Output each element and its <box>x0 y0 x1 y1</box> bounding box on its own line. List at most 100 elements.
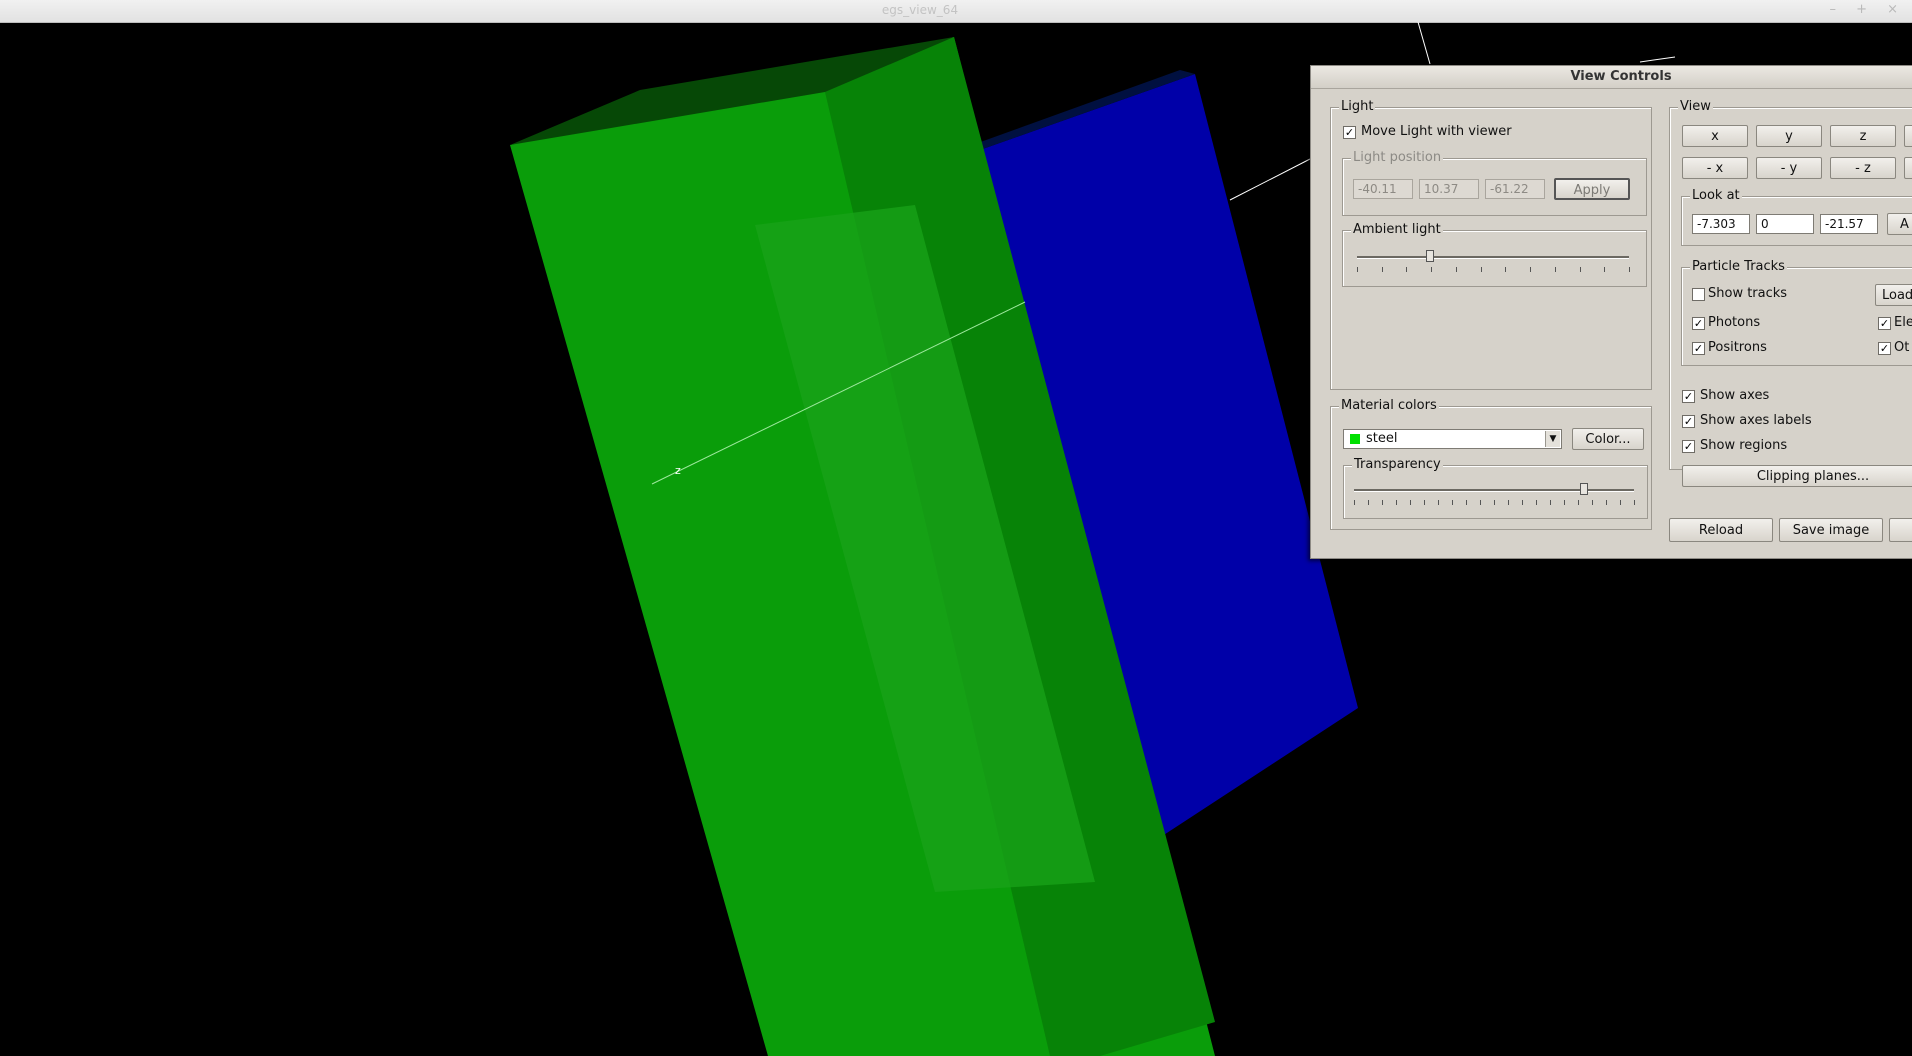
slider-tick <box>1634 500 1635 505</box>
look-at-group: Look at -7.303 0 -21.57 A <box>1681 188 1912 246</box>
save-image-button[interactable]: Save image <box>1779 518 1883 542</box>
light-position-caption: Light position <box>1351 150 1444 165</box>
particle-tracks-group: Particle Tracks Show tracks Load ✓ Photo… <box>1681 259 1912 366</box>
slider-tick <box>1530 267 1532 272</box>
light-x-field[interactable]: -40.11 <box>1353 179 1413 199</box>
view-minus-z-button[interactable]: - z <box>1830 157 1896 179</box>
material-swatch <box>1350 434 1360 444</box>
show-regions-label: Show regions <box>1700 438 1788 453</box>
reload-button[interactable]: Reload <box>1669 518 1773 542</box>
particle-tracks-caption: Particle Tracks <box>1690 259 1787 274</box>
show-axes-checkbox[interactable]: ✓ <box>1682 390 1695 403</box>
ambient-slider-ticks <box>1357 267 1630 272</box>
slider-tick <box>1424 500 1425 505</box>
light-z-field[interactable]: -61.22 <box>1485 179 1545 199</box>
transparency-slider-track[interactable] <box>1354 489 1634 492</box>
show-axes-label: Show axes <box>1700 388 1770 403</box>
slider-tick <box>1505 267 1507 272</box>
show-axes-labels-checkbox[interactable]: ✓ <box>1682 415 1695 428</box>
window-controls[interactable]: – + × <box>1829 2 1906 17</box>
transparency-caption: Transparency <box>1352 457 1443 472</box>
slider-tick <box>1620 500 1621 505</box>
slider-tick <box>1606 500 1607 505</box>
ambient-slider-track[interactable] <box>1357 256 1629 259</box>
look-at-apply-button[interactable]: A <box>1887 213 1912 235</box>
axis-line-top <box>1417 22 1431 65</box>
positrons-label: Positrons <box>1708 340 1767 355</box>
axis-line-right <box>1229 157 1313 201</box>
view-controls-dialog: View Controls Light ✓ Move Light with vi… <box>1310 65 1912 559</box>
extra-footer-button[interactable] <box>1889 518 1912 542</box>
material-select[interactable]: steel ▼ <box>1343 429 1562 449</box>
view-z-button[interactable]: z <box>1830 125 1896 147</box>
move-light-checkbox[interactable]: ✓ <box>1343 126 1356 139</box>
look-at-x-field[interactable]: -7.303 <box>1692 214 1750 234</box>
look-at-z-field[interactable]: -21.57 <box>1820 214 1878 234</box>
view-extra-button[interactable]: S <box>1904 157 1912 179</box>
view-minus-x-button[interactable]: - x <box>1682 157 1748 179</box>
slider-tick <box>1396 500 1397 505</box>
slider-tick <box>1406 267 1408 272</box>
light-apply-button[interactable]: Apply <box>1554 178 1630 200</box>
chevron-down-icon[interactable]: ▼ <box>1545 431 1560 447</box>
transparency-slider-handle[interactable] <box>1579 483 1588 495</box>
light-position-group: Light position -40.11 10.37 -61.22 Apply <box>1342 150 1647 216</box>
slider-tick <box>1554 267 1556 272</box>
others-label: Ot <box>1894 340 1910 355</box>
slider-tick <box>1550 500 1551 505</box>
slider-tick <box>1480 267 1482 272</box>
slider-tick <box>1354 500 1355 505</box>
look-at-y-field[interactable]: 0 <box>1756 214 1814 234</box>
show-tracks-checkbox[interactable] <box>1692 288 1705 301</box>
ambient-light-group: Ambient light <box>1342 222 1647 287</box>
slider-tick <box>1579 267 1581 272</box>
show-regions-checkbox[interactable]: ✓ <box>1682 440 1695 453</box>
axis-line-corner <box>1639 56 1676 63</box>
slider-tick <box>1466 500 1467 505</box>
slider-tick <box>1604 267 1606 272</box>
move-light-label: Move Light with viewer <box>1361 124 1512 139</box>
clipping-planes-button[interactable]: Clipping planes... <box>1682 465 1912 487</box>
show-tracks-label: Show tracks <box>1708 286 1788 301</box>
photons-checkbox[interactable]: ✓ <box>1692 317 1705 330</box>
slider-tick <box>1368 500 1369 505</box>
slider-tick <box>1578 500 1579 505</box>
view-caption: View <box>1678 99 1713 114</box>
slider-tick <box>1480 500 1481 505</box>
slider-tick <box>1508 500 1509 505</box>
view-minus-y-button[interactable]: - y <box>1756 157 1822 179</box>
slider-tick <box>1494 500 1495 505</box>
positrons-checkbox[interactable]: ✓ <box>1692 342 1705 355</box>
view-extra-button-top[interactable] <box>1904 125 1912 147</box>
photons-label: Photons <box>1708 315 1761 330</box>
light-caption: Light <box>1339 99 1376 114</box>
material-caption: Material colors <box>1339 398 1439 413</box>
slider-tick <box>1452 500 1453 505</box>
ambient-slider-handle[interactable] <box>1426 250 1435 262</box>
others-checkbox[interactable]: ✓ <box>1878 342 1891 355</box>
show-axes-labels-label: Show axes labels <box>1700 413 1812 428</box>
slider-tick <box>1536 500 1537 505</box>
look-at-caption: Look at <box>1690 188 1742 203</box>
view-x-button[interactable]: x <box>1682 125 1748 147</box>
view-group: View x y z - x - y - z S Look at -7.303 … <box>1669 99 1912 487</box>
transparency-group: Transparency <box>1343 457 1648 519</box>
slider-tick <box>1357 267 1358 272</box>
material-select-value: steel <box>1366 431 1398 446</box>
electrons-label: Ele <box>1894 315 1912 330</box>
slider-tick <box>1438 500 1439 505</box>
view-y-button[interactable]: y <box>1756 125 1822 147</box>
load-tracks-button[interactable]: Load <box>1875 284 1912 306</box>
slider-tick <box>1431 267 1433 272</box>
slider-tick <box>1564 500 1565 505</box>
material-colors-group: Material colors steel ▼ Color... Transpa… <box>1330 398 1652 530</box>
slider-tick <box>1592 500 1593 505</box>
electrons-checkbox[interactable]: ✓ <box>1878 317 1891 330</box>
window-titlebar: egs_view_64 – + × <box>0 0 1912 23</box>
slider-tick <box>1629 267 1630 272</box>
transparency-slider-ticks <box>1354 500 1635 505</box>
ambient-light-caption: Ambient light <box>1351 222 1443 237</box>
light-y-field[interactable]: 10.37 <box>1419 179 1479 199</box>
axis-label-z: z <box>675 464 681 477</box>
color-button[interactable]: Color... <box>1572 428 1644 450</box>
